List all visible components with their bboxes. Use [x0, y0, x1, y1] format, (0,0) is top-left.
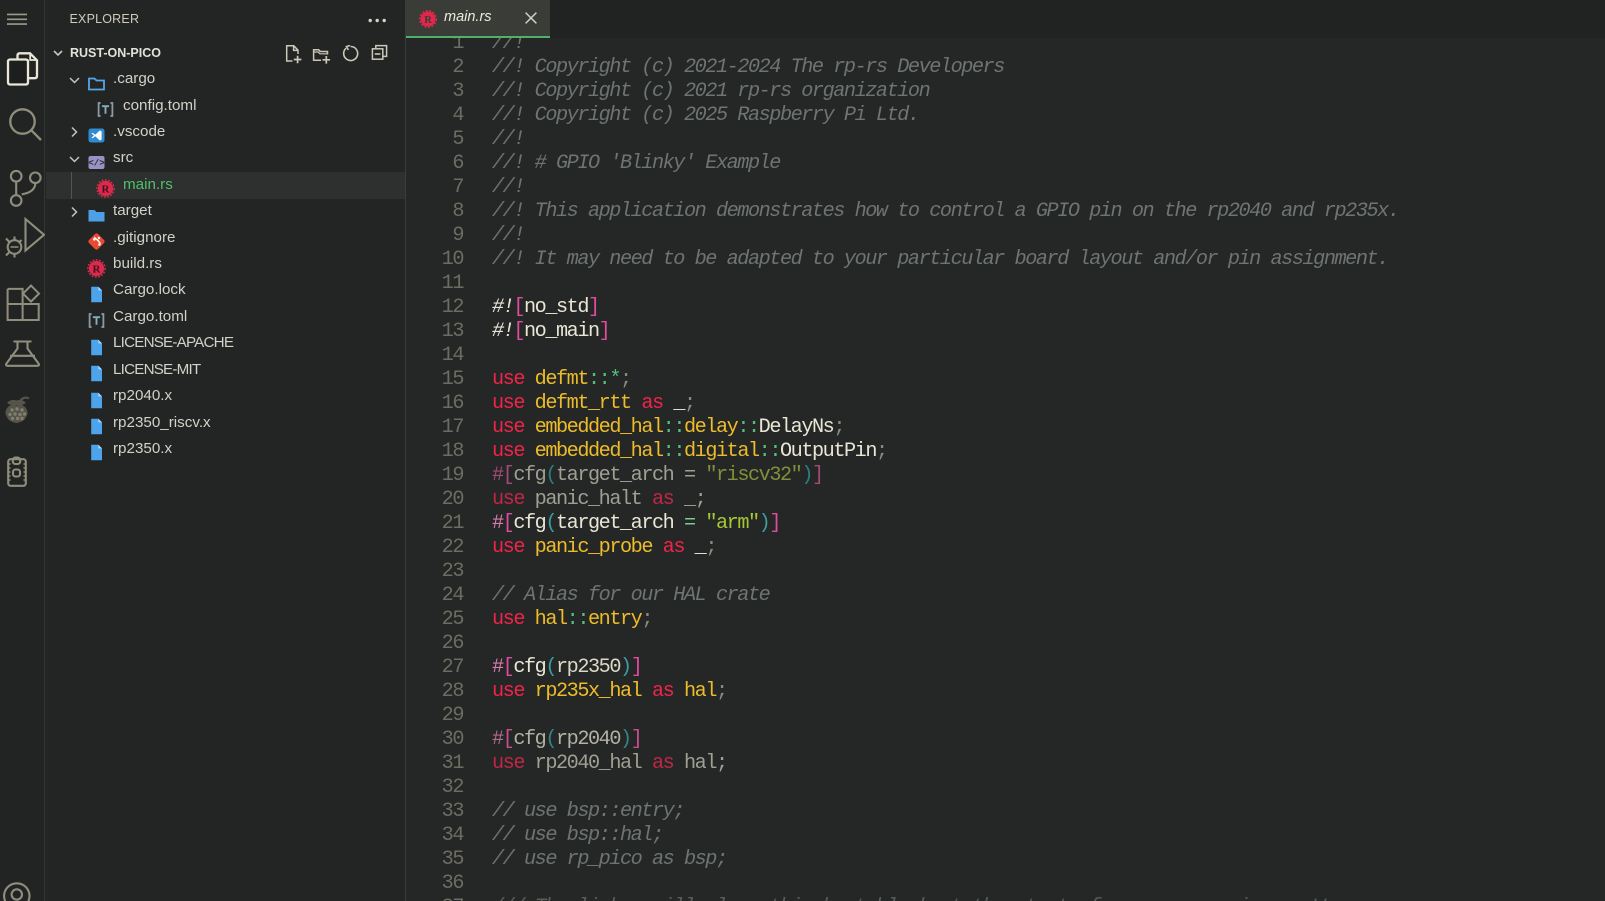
svg-text:R: R: [93, 263, 102, 275]
svg-text:</>: </>: [88, 159, 104, 169]
svg-text:R: R: [102, 184, 111, 196]
svg-text:R: R: [424, 15, 432, 26]
